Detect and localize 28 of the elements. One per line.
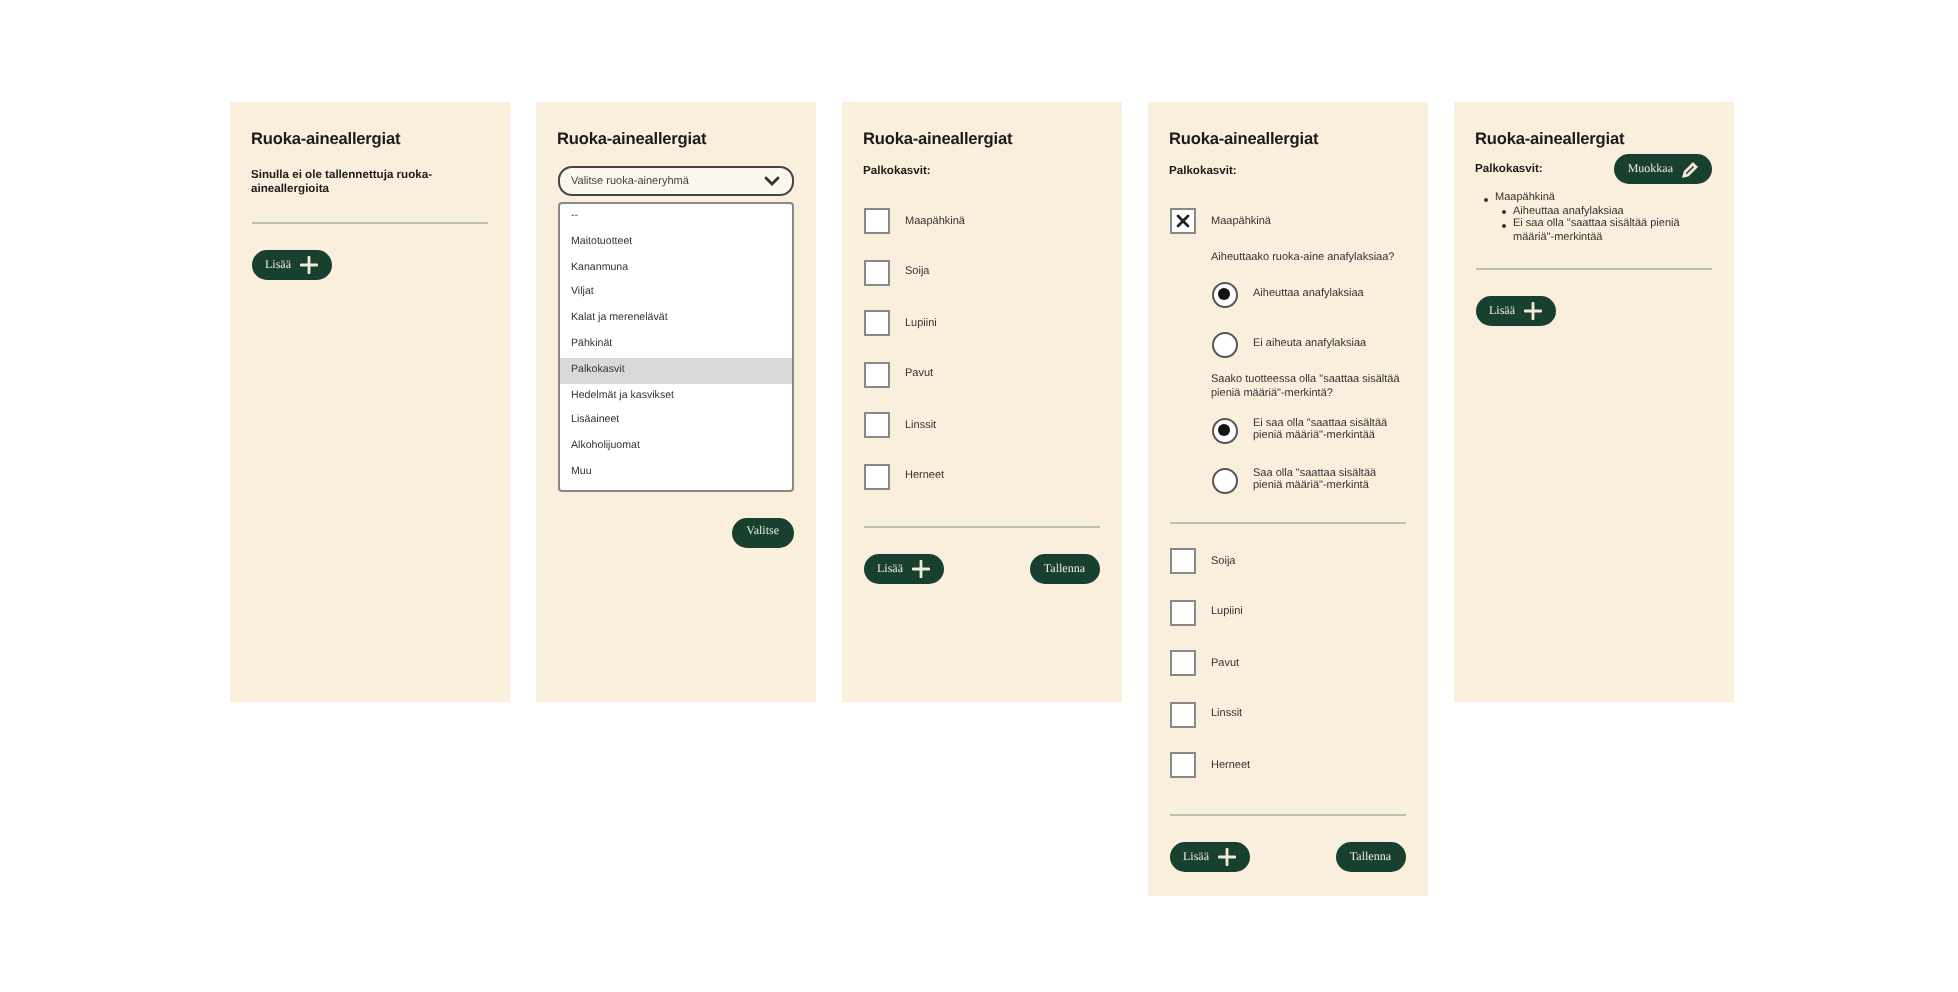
checkbox[interactable] [1169,701,1195,728]
radio-button[interactable] [1211,467,1237,494]
checkbox[interactable] [1169,548,1195,575]
checkbox[interactable] [863,259,889,286]
checkbox[interactable] [863,208,889,235]
panel-title: Ruoka-aineallergiat [1169,128,1321,148]
checkbox[interactable] [863,310,889,337]
pencil-icon [1681,161,1697,177]
panel-title: Ruoka-aineallergiat [1475,128,1627,148]
plus-icon [911,560,929,578]
checkbox[interactable] [1169,752,1195,779]
plus-icon [1217,848,1235,867]
plus-icon [1523,302,1541,321]
plus-icon [299,256,317,275]
checkbox[interactable] [863,463,889,490]
radio-button[interactable] [1211,281,1237,308]
chevron-down-icon [763,176,779,186]
checkbox[interactable] [863,412,889,439]
radio-button[interactable] [1211,417,1237,444]
checkbox[interactable] [863,361,889,388]
radio-button[interactable] [1211,331,1237,358]
cross-icon [1175,214,1189,229]
checkbox[interactable] [1169,208,1195,235]
checkbox[interactable] [1169,650,1195,677]
panel-title: Ruoka-aineallergiat [557,128,709,148]
panel-title: Ruoka-aineallergiat [251,128,403,148]
panel-title: Ruoka-aineallergiat [863,128,1015,148]
checkbox[interactable] [1169,599,1195,626]
